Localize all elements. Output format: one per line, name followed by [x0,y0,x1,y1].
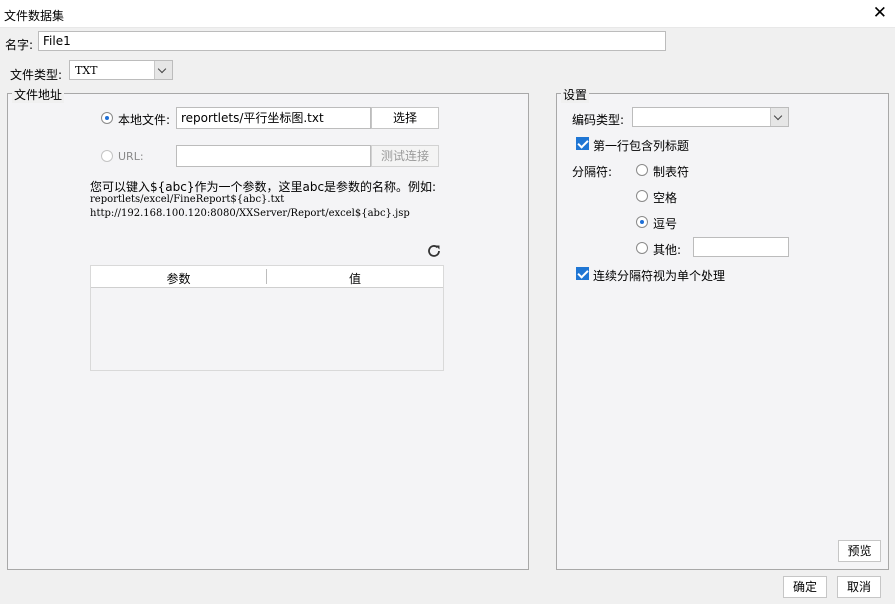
delimiter-space-radio[interactable] [636,190,648,202]
url-label: URL: [118,150,144,163]
chevron-down-icon [770,108,788,126]
settings-legend: 设置 [561,86,590,103]
delimiter-other-label: 其他: [653,243,682,257]
local-file-radio[interactable] [101,112,113,124]
delimiter-space-label: 空格 [653,191,678,205]
window-title: 文件数据集 [4,9,65,23]
file-type-label: 文件类型: [10,68,63,82]
close-icon[interactable]: ✕ [873,4,887,22]
name-input[interactable]: File1 [38,31,666,51]
name-label: 名字: [5,38,34,52]
file-type-value: TXT [75,64,98,77]
preview-button[interactable]: 预览 [838,540,881,562]
consecutive-delimiters-checkbox[interactable] [576,267,589,280]
value-column-header: 值 [348,272,361,286]
chevron-down-icon [154,61,172,79]
param-column-header: 参数 [166,272,191,286]
delimiter-comma-label: 逗号 [653,217,678,231]
delimiter-tab-label: 制表符 [653,165,690,179]
first-row-header-label: 第一行包含列标题 [593,139,690,153]
local-file-input[interactable]: reportlets/平行坐标图.txt [176,107,371,129]
delimiter-label: 分隔符: [572,165,613,179]
first-row-header-checkbox[interactable] [576,137,589,150]
consecutive-delimiters-label: 连续分隔符视为单个处理 [593,269,726,283]
file-type-select[interactable]: TXT [69,60,173,80]
params-table-header: 参数 值 [91,266,443,288]
delimiter-comma-radio[interactable] [636,216,648,228]
other-delimiter-input[interactable] [693,237,789,257]
encoding-label: 编码类型: [572,113,625,127]
encoding-select[interactable] [632,107,789,127]
url-radio[interactable] [101,150,113,162]
hint-example-url: http://192.168.100.120:8080/XXServer/Rep… [90,208,410,219]
delimiter-tab-radio[interactable] [636,164,648,176]
choose-button[interactable]: 选择 [371,107,439,129]
params-table: 参数 值 [90,265,444,371]
delimiter-other-radio[interactable] [636,242,648,254]
local-file-label: 本地文件: [118,113,171,127]
refresh-icon[interactable] [426,243,442,259]
ok-button[interactable]: 确定 [783,576,827,598]
hint-text: 您可以键入${abc}作为一个参数，这里abc是参数的名称。例如: [90,180,437,194]
test-connection-button[interactable]: 测试连接 [371,145,439,167]
url-input[interactable] [176,145,371,167]
cancel-button[interactable]: 取消 [837,576,881,598]
file-address-legend: 文件地址 [12,86,65,103]
title-bar: 文件数据集 ✕ [0,0,895,28]
hint-example-path: reportlets/excel/FineReport${abc}.txt [90,194,285,205]
